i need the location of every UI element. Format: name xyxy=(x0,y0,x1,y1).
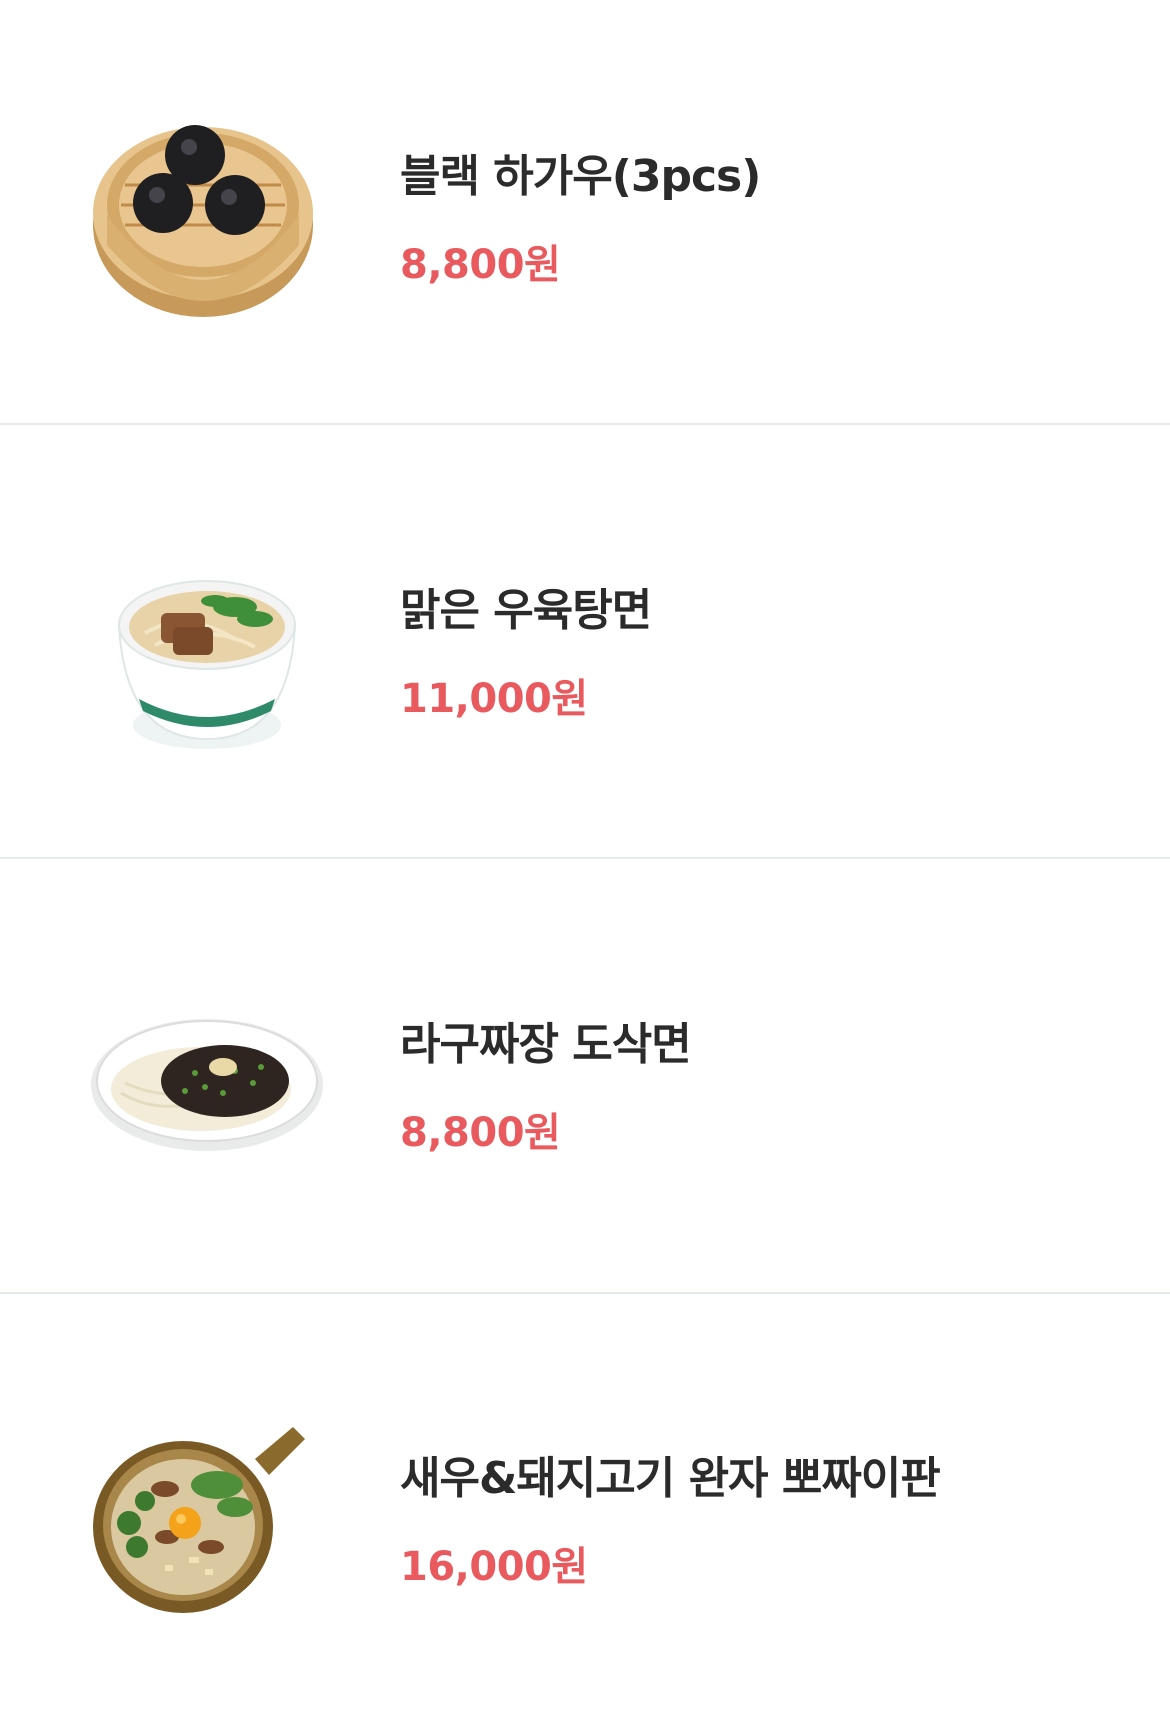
menu-item-beef-noodle-soup[interactable]: 맑은 우육탕면 11,000원 xyxy=(0,434,1170,866)
menu-item-price: 11,000원 xyxy=(400,676,588,722)
divider xyxy=(0,423,1170,425)
claypot-rice-image xyxy=(85,1397,325,1637)
menu-item-price: 8,800원 xyxy=(400,1110,561,1156)
menu-item-name: 맑은 우육탕면 xyxy=(400,585,652,636)
menu-item-price: 16,000원 xyxy=(400,1544,588,1590)
menu-item-price: 8,800원 xyxy=(400,242,561,288)
menu-item-name: 라구짜장 도삭면 xyxy=(400,1019,692,1070)
menu-item-name: 블랙 하가우(3pcs) xyxy=(400,151,761,202)
ragu-jjajang-noodle-image xyxy=(85,963,325,1203)
menu-item-name: 새우&돼지고기 완자 뽀짜이판 xyxy=(400,1453,941,1504)
black-har-gow-image xyxy=(85,95,325,335)
menu-item-claypot-rice[interactable]: 새우&돼지고기 완자 뽀짜이판 16,000원 xyxy=(0,1302,1170,1734)
divider xyxy=(0,857,1170,859)
divider xyxy=(0,1292,1170,1294)
menu-item-black-har-gow[interactable]: 블랙 하가우(3pcs) 8,800원 xyxy=(0,0,1170,432)
menu-list: 블랙 하가우(3pcs) 8,800원 맑은 우육탕면 11,000원 라구짜장… xyxy=(0,0,1170,1724)
menu-item-ragu-jjajang-noodle[interactable]: 라구짜장 도삭면 8,800원 xyxy=(0,868,1170,1300)
beef-noodle-soup-image xyxy=(85,529,325,769)
